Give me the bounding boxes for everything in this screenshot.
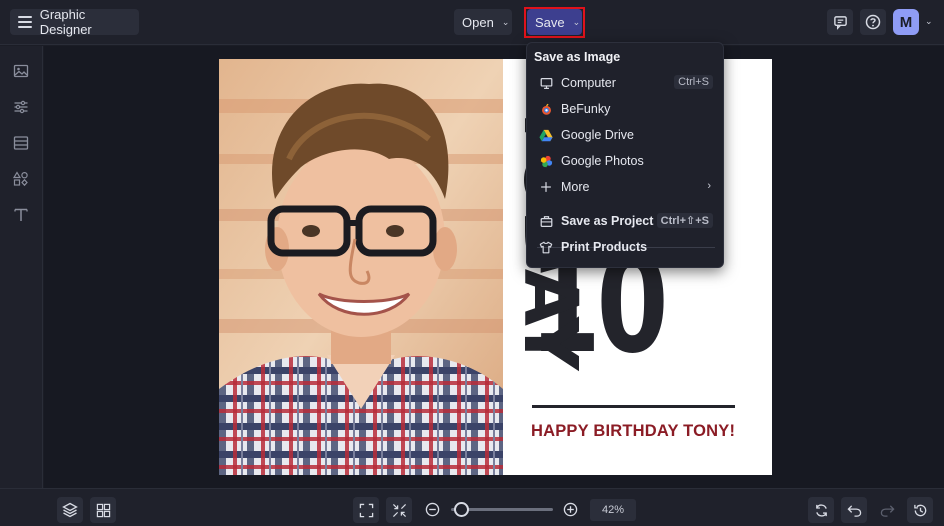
chevron-right-icon: › (707, 180, 711, 192)
open-label: Open (462, 14, 494, 30)
shortcut-badge: Ctrl+⇧+S (656, 213, 713, 228)
sliders-icon (14, 100, 28, 114)
save-to-computer-item[interactable]: Computer Ctrl+S (527, 70, 725, 96)
layers-icon (62, 502, 78, 518)
menu-item-label: More (561, 180, 590, 194)
redo-icon (880, 504, 895, 517)
history-icon (913, 504, 926, 516)
zoom-in-button[interactable] (563, 502, 578, 522)
google-photos-icon (539, 154, 553, 168)
portrait-photo[interactable] (219, 59, 503, 475)
monitor-icon (539, 76, 553, 90)
zoom-slider-handle[interactable] (454, 502, 470, 517)
zoom-in-icon (563, 502, 578, 517)
print-products-item[interactable]: Print Products (527, 234, 725, 260)
save-to-google-drive-item[interactable]: Google Drive (527, 122, 725, 148)
app-title: Graphic Designer (39, 7, 92, 37)
save-as-image-heading: Save as Image (534, 50, 621, 64)
artboard-divider (532, 405, 735, 408)
menu-item-label: BeFunky (561, 102, 611, 116)
menu-item-label: Google Drive (561, 128, 634, 142)
user-avatar[interactable]: M (893, 9, 919, 35)
comments-button[interactable] (827, 9, 853, 35)
zoom-out-button[interactable] (425, 502, 440, 522)
bottom-toolbar: 42% (0, 488, 944, 526)
menu-item-label: Google Photos (561, 154, 644, 168)
help-icon (865, 14, 881, 30)
menu-item-label: Print Products (561, 240, 648, 254)
briefcase-icon (539, 214, 553, 228)
text-icon (14, 208, 28, 221)
expand-icon (359, 503, 373, 517)
zoom-percentage[interactable]: 42% (590, 499, 636, 521)
layout-button[interactable] (11, 133, 31, 153)
save-highlight-box (524, 7, 585, 38)
save-dropdown-menu: Save as Image Computer Ctrl+S BeFunky Go… (526, 42, 724, 268)
top-toolbar: Graphic Designer Open ⌄ Save ⌄ M ⌄ (0, 0, 944, 45)
undo-button[interactable] (841, 497, 867, 523)
main-menu-button[interactable]: Graphic Designer (10, 7, 139, 37)
grid-icon (96, 503, 110, 517)
chevron-down-icon: ⌄ (501, 16, 510, 27)
refresh-icon (815, 503, 827, 517)
birthday-greeting[interactable]: HAPPY BIRTHDAY TONY! (531, 422, 735, 441)
graphics-button[interactable] (11, 169, 31, 189)
save-to-google-photos-item[interactable]: Google Photos (527, 148, 725, 174)
shrink-icon (392, 503, 406, 517)
shortcut-badge: Ctrl+S (674, 75, 713, 89)
menu-item-label: Save as Project (561, 214, 654, 228)
grid-view-button[interactable] (90, 497, 116, 523)
plus-icon (539, 180, 553, 194)
image-icon (13, 64, 29, 78)
save-as-project-item[interactable]: Save as Project Ctrl+⇧+S (527, 208, 725, 234)
zoom-out-icon (425, 502, 440, 517)
text-button[interactable] (11, 205, 31, 225)
customize-button[interactable] (11, 97, 31, 117)
comment-icon (833, 15, 847, 30)
layers-button[interactable] (57, 497, 83, 523)
left-sidebar (0, 46, 43, 488)
fit-to-screen-button[interactable] (353, 497, 379, 523)
menu-item-label: Computer (561, 76, 616, 90)
save-more-options-item[interactable]: More › (527, 174, 725, 200)
actual-size-button[interactable] (386, 497, 412, 523)
save-to-befunky-item[interactable]: BeFunky (527, 96, 725, 122)
help-button[interactable] (860, 9, 886, 35)
befunky-icon (539, 102, 553, 116)
tshirt-icon (539, 240, 553, 254)
hamburger-icon (18, 16, 32, 28)
undo-icon (846, 504, 861, 517)
redo-button[interactable] (874, 497, 900, 523)
open-button[interactable]: Open ⌄ (454, 9, 512, 35)
shapes-icon (13, 171, 28, 187)
google-drive-icon (539, 128, 553, 142)
layout-icon (13, 136, 29, 150)
sync-button[interactable] (808, 497, 834, 523)
history-button[interactable] (907, 497, 933, 523)
image-manager-button[interactable] (11, 61, 31, 81)
chevron-down-icon[interactable]: ⌄ (925, 16, 933, 27)
